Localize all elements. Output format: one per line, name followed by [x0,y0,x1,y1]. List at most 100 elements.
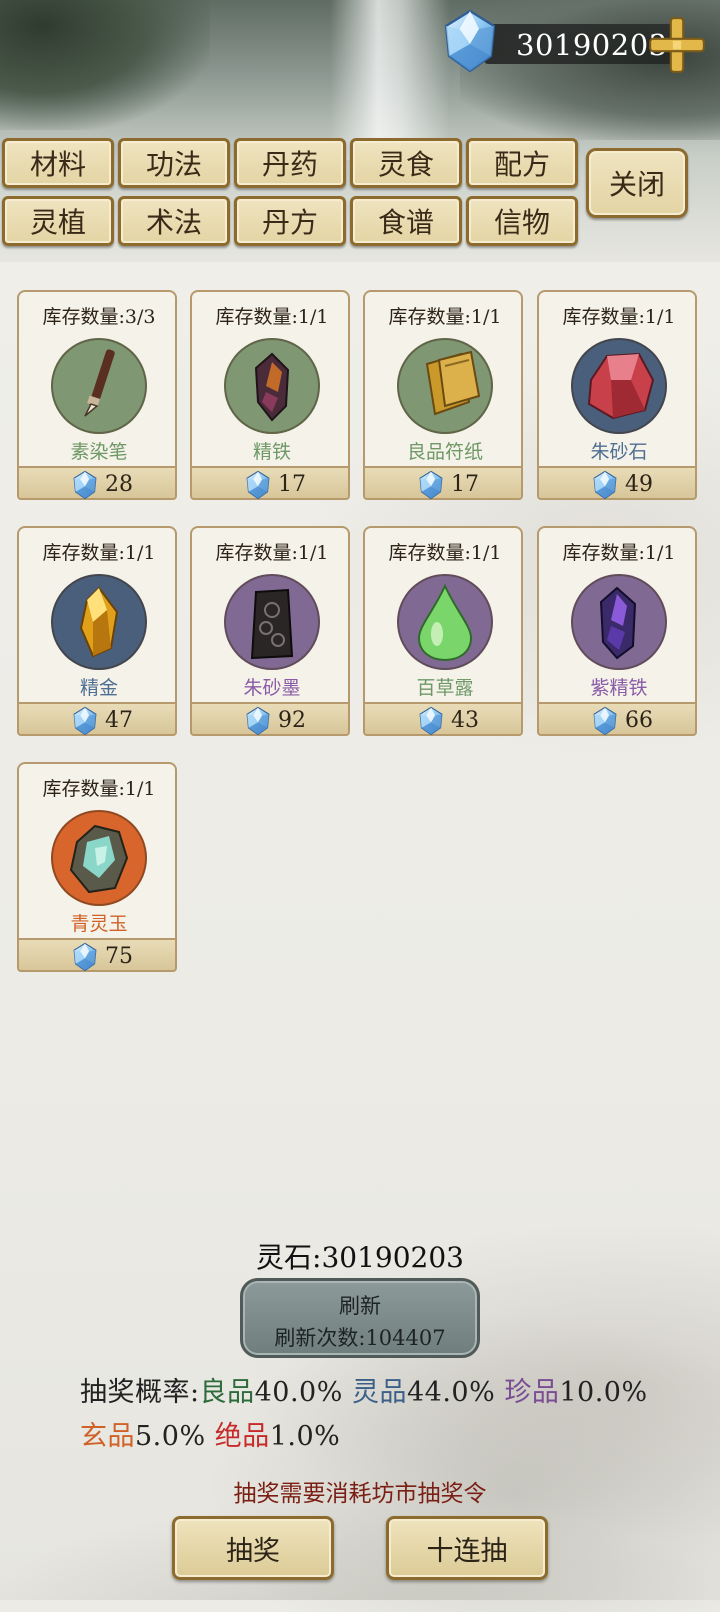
spirit-stone-icon [71,470,99,500]
item-price: 47 [105,708,133,733]
spirit-stone-icon [244,706,272,736]
tab-spirit-food[interactable]: 灵食 [350,138,462,188]
rarity-tier: 灵品 [351,1377,407,1408]
ink-stick-icon [224,574,320,670]
spirit-stone-icon [591,706,619,736]
rarity-rate: 1.0% [269,1421,341,1452]
plus-icon[interactable] [646,14,708,76]
gold-crystal-icon [51,574,147,670]
item-price-bar: 28 [17,466,177,500]
item-price-bar: 17 [363,466,523,500]
item-stock: 库存数量:1/1 [562,306,676,328]
item-card[interactable]: 库存数量:1/1 朱砂墨 92 [190,526,350,736]
item-name: 朱砂石 [590,441,648,463]
item-price-bar: 43 [363,702,523,736]
item-card-body: 库存数量:1/1 精金 [17,526,177,702]
item-card[interactable]: 库存数量:1/1 良品符纸 17 [363,290,523,500]
item-card[interactable]: 库存数量:3/3 素染笔 28 [17,290,177,500]
draw-odds-line-1: 抽奖概率:良品40.0% 灵品44.0% 珍品10.0% [80,1370,648,1409]
rarity-rate: 44.0% [406,1377,496,1408]
draw-cost-hint: 抽奖需要消耗坊市抽奖令 [233,1481,487,1507]
item-price-bar: 92 [190,702,350,736]
item-price-bar: 47 [17,702,177,736]
rarity-rate: 5.0% [135,1421,206,1452]
tab-tokens[interactable]: 信物 [466,196,578,246]
cinnabar-icon [571,338,667,434]
item-card-body: 库存数量:1/1 朱砂石 [537,290,697,466]
iron-ore-icon [224,338,320,434]
item-card-body: 库存数量:1/1 朱砂墨 [190,526,350,702]
item-stock: 库存数量:1/1 [388,542,502,564]
item-price: 75 [105,944,133,969]
spirit-stone-icon [440,6,500,76]
tab-spirit-plants[interactable]: 灵植 [2,196,114,246]
tab-formulas[interactable]: 配方 [466,138,578,188]
refresh-button[interactable]: 刷新 刷新次数:104407 [240,1278,480,1358]
spirit-stone-icon [71,942,99,972]
draw-ten-button[interactable]: 十连抽 [386,1516,548,1580]
item-card-body: 库存数量:3/3 素染笔 [17,290,177,466]
item-stock: 库存数量:1/1 [42,542,156,564]
talisman-paper-icon [397,338,493,434]
item-card-body: 库存数量:1/1 紫精铁 [537,526,697,702]
item-price-bar: 66 [537,702,697,736]
item-name: 精金 [79,677,118,699]
brush-icon [51,338,147,434]
currency-amount: 30190203 [516,28,668,62]
spirit-stone-icon [417,470,445,500]
item-price: 17 [451,472,479,497]
item-price: 49 [625,472,653,497]
item-name: 朱砂墨 [243,677,301,699]
tab-materials[interactable]: 材料 [2,138,114,188]
jade-ore-icon [51,810,147,906]
item-stock: 库存数量:1/1 [42,778,156,800]
item-price: 92 [278,708,306,733]
currency-display: 30190203 [450,10,716,73]
item-price-bar: 17 [190,466,350,500]
item-price: 17 [278,472,306,497]
spirit-stone-icon [591,470,619,500]
spirit-stone-balance: 灵石:30190203 [256,1241,464,1274]
close-button[interactable]: 关闭 [586,148,688,218]
spirit-stone-icon [71,706,99,736]
spirit-stone-icon [417,706,445,736]
draw-odds-line-2: 玄品5.0% 绝品1.0% [80,1414,340,1453]
item-price: 28 [105,472,133,497]
tab-recipes[interactable]: 食谱 [350,196,462,246]
rarity-rate: 40.0% [254,1377,343,1408]
item-card[interactable]: 库存数量:1/1 朱砂石 49 [537,290,697,500]
draw-button[interactable]: 抽奖 [172,1516,334,1580]
item-name: 精铁 [252,441,291,463]
refresh-label: 刷新 [339,1294,381,1318]
tab-pill-recipes[interactable]: 丹方 [234,196,346,246]
item-card[interactable]: 库存数量:1/1 精金 47 [17,526,177,736]
rarity-tier: 玄品 [80,1421,135,1452]
item-price: 66 [625,708,653,733]
item-card-body: 库存数量:1/1 精铁 [190,290,350,466]
item-card[interactable]: 库存数量:1/1 百草露 43 [363,526,523,736]
tab-pills[interactable]: 丹药 [234,138,346,188]
rarity-rate: 10.0% [559,1377,648,1408]
item-card[interactable]: 库存数量:1/1 紫精铁 66 [537,526,697,736]
item-card[interactable]: 库存数量:1/1 青灵玉 75 [17,762,177,972]
herb-dew-icon [397,574,493,670]
item-card-body: 库存数量:1/1 青灵玉 [17,762,177,938]
item-price-bar: 75 [17,938,177,972]
waterfall-decoration [330,0,450,160]
item-stock: 库存数量:3/3 [42,306,156,328]
item-price: 43 [451,708,479,733]
item-card-body: 库存数量:1/1 良品符纸 [363,290,523,466]
item-stock: 库存数量:1/1 [388,306,502,328]
item-name: 紫精铁 [590,677,648,699]
item-name: 青灵玉 [70,913,128,935]
tab-cultivation-methods[interactable]: 功法 [118,138,230,188]
purple-iron-icon [571,574,667,670]
refresh-count: 刷新次数:104407 [274,1326,446,1350]
item-name: 百草露 [416,677,474,699]
rarity-tier: 良品 [199,1377,255,1408]
spirit-stone-icon [244,470,272,500]
item-card[interactable]: 库存数量:1/1 精铁 17 [190,290,350,500]
item-stock: 库存数量:1/1 [215,306,329,328]
item-price-bar: 49 [537,466,697,500]
tab-spells[interactable]: 术法 [118,196,230,246]
